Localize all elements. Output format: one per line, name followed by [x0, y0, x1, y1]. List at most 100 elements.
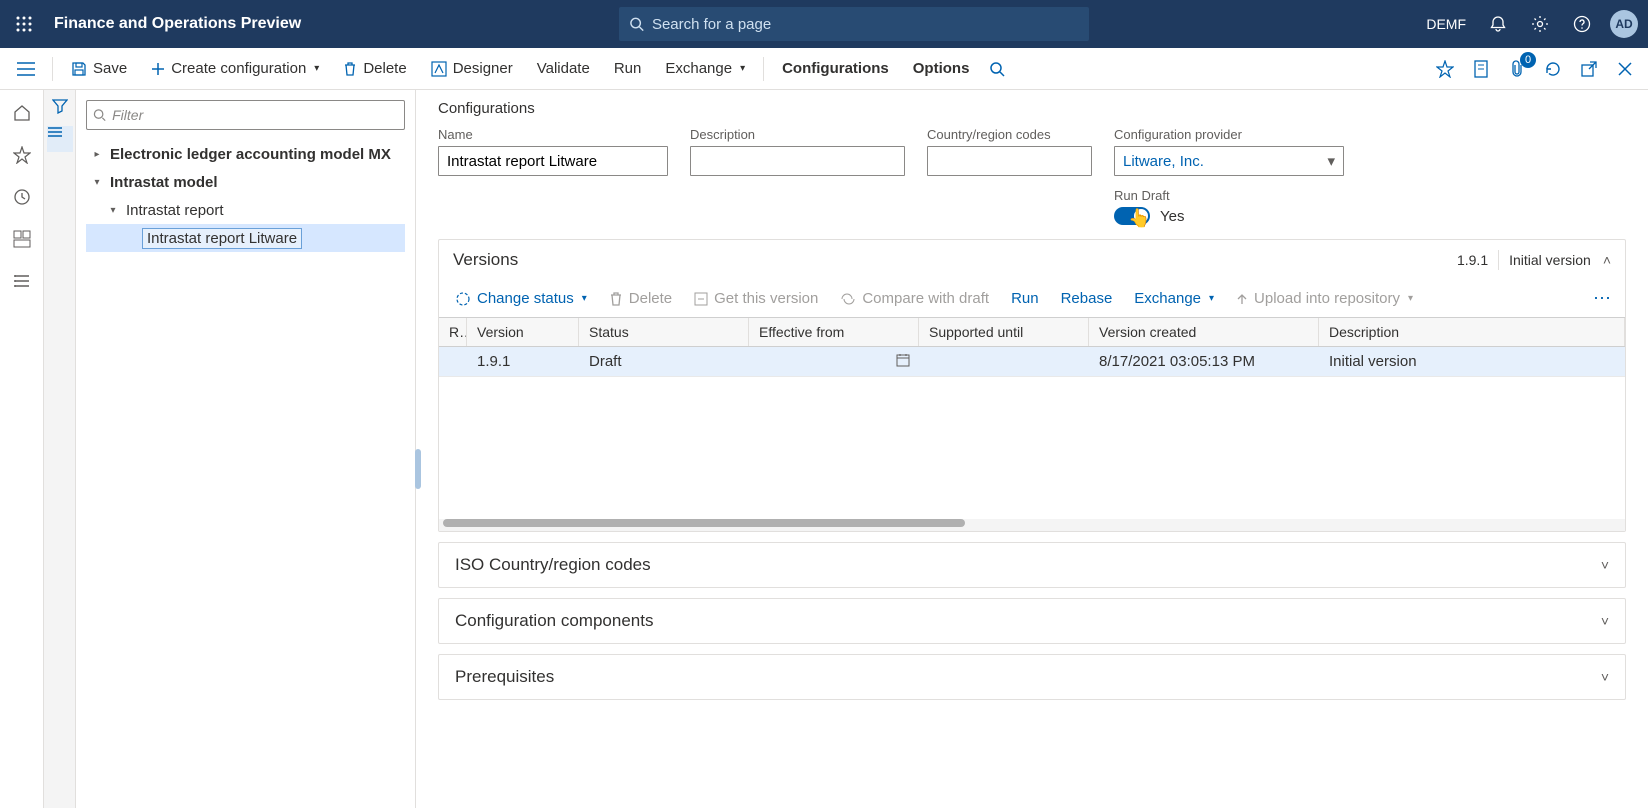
tree-item-label: Electronic ledger accounting model MX [110, 146, 391, 163]
workspaces-icon[interactable] [5, 222, 39, 256]
tree-item[interactable]: ▾ Intrastat model [86, 168, 405, 196]
delete-button[interactable]: Delete [333, 51, 416, 87]
legal-entity[interactable]: DEMF [1426, 16, 1466, 32]
cell-description: Initial version [1319, 347, 1625, 376]
chevron-down-icon: ▾ [1327, 152, 1335, 170]
refresh-button[interactable] [1538, 54, 1568, 84]
download-icon [694, 292, 708, 306]
trash-icon [343, 61, 357, 77]
provider-select[interactable]: Litware, Inc. ▾ [1114, 146, 1344, 176]
more-actions-button[interactable]: ⋯ [1593, 288, 1613, 309]
recent-icon[interactable] [5, 180, 39, 214]
horizontal-scrollbar[interactable] [439, 519, 1625, 531]
chevron-down-icon[interactable]: ▾ [90, 177, 104, 188]
validate-button[interactable]: Validate [527, 51, 600, 87]
help-icon[interactable] [1568, 10, 1596, 38]
run-button[interactable]: Run [604, 51, 652, 87]
page-options-icon[interactable] [1466, 54, 1496, 84]
trash-icon [609, 291, 623, 307]
cell-effective[interactable] [749, 347, 919, 376]
attachments-button[interactable]: 0 [1502, 54, 1532, 84]
global-search-input[interactable] [652, 16, 1079, 33]
cell-supported [919, 347, 1089, 376]
description-input[interactable] [690, 146, 905, 176]
cell-version: 1.9.1 [467, 347, 579, 376]
col-header-r[interactable]: R… [439, 318, 467, 346]
configurations-label: Configurations [782, 60, 889, 77]
global-search[interactable] [619, 7, 1089, 41]
components-section[interactable]: Configuration components ˅ [438, 598, 1626, 644]
col-header-status[interactable]: Status [579, 318, 749, 346]
tree-item[interactable]: ▾ Intrastat report [86, 196, 405, 224]
cell-created: 8/17/2021 03:05:13 PM [1089, 347, 1319, 376]
tree-filter[interactable] [86, 100, 405, 130]
tree-item-label: Intrastat report Litware [142, 228, 302, 249]
upload-button[interactable]: Upload into repository ▾ [1232, 286, 1417, 311]
prerequisites-section[interactable]: Prerequisites ˅ [438, 654, 1626, 700]
col-header-supported[interactable]: Supported until [919, 318, 1089, 346]
popout-button[interactable] [1574, 54, 1604, 84]
designer-icon [431, 61, 447, 77]
search-icon [629, 16, 644, 32]
col-header-version[interactable]: Version [467, 318, 579, 346]
home-icon[interactable] [5, 96, 39, 130]
change-status-button[interactable]: Change status ▾ [451, 286, 591, 311]
col-header-created[interactable]: Version created [1089, 318, 1319, 346]
version-exchange-button[interactable]: Exchange ▾ [1130, 286, 1218, 311]
modules-icon[interactable] [5, 264, 39, 298]
tree-item[interactable]: Intrastat report Litware [86, 224, 405, 252]
app-launcher-icon[interactable] [10, 10, 38, 38]
search-icon [93, 108, 106, 122]
options-label: Options [913, 60, 970, 77]
configurations-tab[interactable]: Configurations [772, 51, 899, 87]
save-icon [71, 61, 87, 77]
page-title: Configurations [438, 100, 1626, 117]
tree-filter-input[interactable] [112, 107, 398, 123]
page-search-button[interactable] [983, 51, 1011, 87]
chevron-down-icon: ▾ [314, 63, 319, 74]
chevron-down-icon: ˅ [1601, 613, 1609, 629]
personalize-icon[interactable] [1430, 54, 1460, 84]
name-input[interactable] [438, 146, 668, 176]
search-icon [989, 61, 1005, 77]
col-header-effective[interactable]: Effective from [749, 318, 919, 346]
exchange-button[interactable]: Exchange ▾ [655, 51, 755, 87]
get-version-button[interactable]: Get this version [690, 286, 822, 311]
tree-item[interactable]: ▸ Electronic ledger accounting model MX [86, 140, 405, 168]
iso-section[interactable]: ISO Country/region codes ˅ [438, 542, 1626, 588]
cell-status: Draft [579, 347, 749, 376]
app-title: Finance and Operations Preview [54, 15, 301, 33]
col-header-description[interactable]: Description [1319, 318, 1625, 346]
compare-icon [840, 292, 856, 306]
run-draft-toggle[interactable] [1114, 207, 1150, 225]
version-run-button[interactable]: Run [1007, 286, 1043, 311]
tree-item-label: Intrastat report [126, 202, 224, 219]
notifications-icon[interactable] [1484, 10, 1512, 38]
list-panel-toggle[interactable] [47, 126, 73, 152]
versions-section-header[interactable]: Versions 1.9.1 Initial version ˄ [439, 240, 1625, 280]
chevron-right-icon[interactable]: ▸ [90, 149, 104, 160]
provider-label: Configuration provider [1114, 127, 1344, 142]
chevron-down-icon: ▾ [582, 293, 587, 304]
designer-button[interactable]: Designer [421, 51, 523, 87]
tree-item-label: Intrastat model [110, 174, 218, 191]
settings-icon[interactable] [1526, 10, 1554, 38]
country-codes-input[interactable] [927, 146, 1092, 176]
options-tab[interactable]: Options [903, 51, 980, 87]
versions-summary-version: 1.9.1 [1457, 252, 1488, 268]
close-button[interactable] [1610, 54, 1640, 84]
save-button[interactable]: Save [61, 51, 137, 87]
create-configuration-button[interactable]: Create configuration ▾ [141, 51, 329, 87]
create-config-label: Create configuration [171, 60, 306, 77]
filter-icon[interactable] [52, 98, 68, 114]
calendar-icon[interactable] [896, 353, 910, 367]
favorites-icon[interactable] [5, 138, 39, 172]
chevron-down-icon[interactable]: ▾ [106, 205, 120, 216]
rebase-button[interactable]: Rebase [1057, 286, 1117, 311]
chevron-down-icon: ˅ [1601, 557, 1609, 573]
version-delete-button[interactable]: Delete [605, 286, 676, 311]
table-row[interactable]: 1.9.1Draft 8/17/2021 03:05:13 PMInitial v… [439, 347, 1625, 377]
hamburger-menu[interactable] [8, 48, 44, 89]
compare-button[interactable]: Compare with draft [836, 286, 993, 311]
user-avatar[interactable]: AD [1610, 10, 1638, 38]
